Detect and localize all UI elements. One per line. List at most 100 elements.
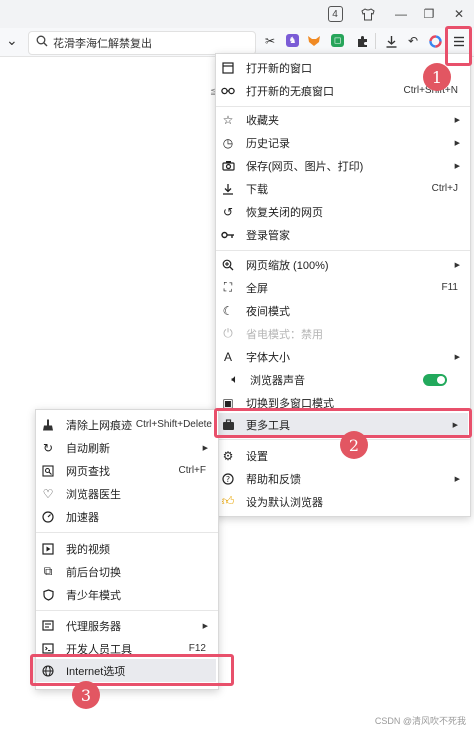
menu-item-label: 网页查找 <box>66 465 110 478</box>
menu-separator <box>36 610 218 611</box>
menu-item-shortcut: Ctrl+F <box>178 465 207 476</box>
menu-item-label: 省电模式：禁用 <box>246 328 323 341</box>
menu-item-label: 设为默认浏览器 <box>246 496 323 509</box>
menu-item-label: 登录管家 <box>246 229 290 242</box>
tab-count: 4 <box>327 6 343 22</box>
menu-item-favorites[interactable]: ☆ 收藏夹 ▶ <box>216 108 470 131</box>
menu-item-label: 夜间模式 <box>246 305 290 318</box>
extension-green-icon[interactable]: ◻ <box>331 34 344 47</box>
menu-item-label: 浏览器声音 <box>250 374 305 387</box>
menu-item-label: 打开新的窗口 <box>246 62 312 75</box>
undo-icon[interactable]: ↶ <box>405 33 421 49</box>
proxy-icon <box>41 619 55 633</box>
switch-icon: ⧉ <box>43 564 53 578</box>
submenu-arrow-icon: ▶ <box>454 116 460 124</box>
dropdown-icon[interactable]: ⌄ <box>6 32 20 50</box>
extensions-puzzle-icon[interactable] <box>354 33 370 49</box>
title-bar: 4 — ❐ ✕ <box>0 0 474 28</box>
menu-item-label: 青少年模式 <box>66 589 121 602</box>
fullscreen-icon: ⛶ <box>223 280 233 294</box>
download-icon <box>221 182 235 196</box>
power-save-icon: ⏻ <box>223 326 233 340</box>
extension-purple-icon[interactable]: ♞ <box>286 34 299 47</box>
step-badge-3: 3 <box>72 681 100 709</box>
menu-item-label: 自动刷新 <box>66 442 110 455</box>
history-icon: ◷ <box>222 135 234 150</box>
menu-item-label: 帮助和反馈 <box>246 473 301 486</box>
extension-fox-icon[interactable] <box>306 33 322 49</box>
menu-item-label: 加速器 <box>66 511 99 524</box>
step-badge-2: 2 <box>340 431 368 459</box>
scissors-icon[interactable]: ✂ <box>262 33 278 49</box>
menu-item-shortcut: F12 <box>188 643 206 654</box>
menu-item-shortcut: Ctrl+Shift+Delete <box>135 419 212 430</box>
menu-item-browser-sound[interactable]: 🔈︎ 浏览器声音 <box>216 368 470 391</box>
submenu-item-my-videos[interactable]: 我的视频 <box>36 537 218 560</box>
menu-item-label: 全屏 <box>246 282 268 295</box>
menu-item-login-manager[interactable]: 登录管家 <box>216 223 470 246</box>
menu-item-label: 打开新的无痕窗口 <box>246 85 334 98</box>
menu-separator <box>216 250 470 251</box>
menu-item-font-size[interactable]: A 字体大小 ▶ <box>216 345 470 368</box>
submenu-arrow-icon: ▶ <box>454 139 460 147</box>
submenu-arrow-icon: ▶ <box>454 162 460 170</box>
menu-item-restore-closed[interactable]: ↺ 恢复关闭的网页 <box>216 200 470 223</box>
menu-item-label: 浏览器医生 <box>66 488 121 501</box>
menu-item-label: 代理服务器 <box>66 620 121 633</box>
settings-gear-icon: ⚙ <box>222 448 234 463</box>
menu-item-night-mode[interactable]: ☾ 夜间模式 <box>216 299 470 322</box>
close-window-button[interactable]: ✕ <box>449 4 469 24</box>
restore-icon: ↺ <box>222 204 234 219</box>
minimize-button[interactable]: — <box>391 4 411 24</box>
submenu-arrow-icon: ▶ <box>454 353 460 361</box>
speaker-icon: 🔈︎ <box>231 372 239 386</box>
shirt-icon[interactable] <box>358 4 378 24</box>
restore-button[interactable]: ❐ <box>419 4 439 24</box>
highlight-box-menu-button <box>445 26 472 66</box>
broom-icon <box>41 418 55 432</box>
key-icon <box>221 228 235 242</box>
window-icon <box>221 61 235 75</box>
menu-item-label: 历史记录 <box>246 137 290 150</box>
toolbar-divider <box>375 33 376 49</box>
color-logo-icon[interactable] <box>427 33 443 49</box>
menu-item-zoom[interactable]: 网页缩放 (100%) ▶ <box>216 253 470 276</box>
submenu-item-accelerator[interactable]: 加速器 <box>36 505 218 528</box>
menu-item-save[interactable]: 保存(网页、图片、打印) ▶ <box>216 154 470 177</box>
menu-item-help-feedback[interactable]: ? 帮助和反馈 ▶ <box>216 467 470 490</box>
watermark: CSDN @清风吹不死我 <box>374 716 466 726</box>
submenu-arrow-icon: ▶ <box>202 622 208 630</box>
menu-item-label: 字体大小 <box>246 351 290 364</box>
camera-icon <box>221 159 235 173</box>
submenu-item-clear-browsing-data[interactable]: 清除上网痕迹 Ctrl+Shift+Delete <box>36 413 218 436</box>
tab-count-button[interactable]: 4 <box>325 4 345 24</box>
submenu-item-foreground-switch[interactable]: ⧉ 前后台切换 <box>36 560 218 583</box>
refresh-icon: ↻ <box>42 440 54 455</box>
submenu-item-find-in-page[interactable]: 网页查找 Ctrl+F <box>36 459 218 482</box>
menu-item-downloads[interactable]: 下载 Ctrl+J <box>216 177 470 200</box>
submenu-item-browser-doctor[interactable]: ♡ 浏览器医生 <box>36 482 218 505</box>
download-toolbar-icon[interactable] <box>383 33 399 49</box>
find-icon <box>41 464 55 478</box>
highlight-box-more-tools <box>214 408 472 438</box>
menu-item-label: 网页缩放 (100%) <box>246 259 329 272</box>
help-icon: ? <box>221 472 235 486</box>
address-text: 花滑李海仁解禁复出 <box>53 38 152 50</box>
menu-item-label: 前后台切换 <box>66 566 121 579</box>
submenu-item-teen-mode[interactable]: 青少年模式 <box>36 583 218 606</box>
menu-item-fullscreen[interactable]: ⛶ 全屏 F11 <box>216 276 470 299</box>
zoom-icon <box>221 258 235 272</box>
menu-item-label: 恢复关闭的网页 <box>246 206 323 219</box>
menu-separator <box>36 532 218 533</box>
menu-item-shortcut: Ctrl+J <box>431 183 458 194</box>
menu-item-label: 我的视频 <box>66 543 110 556</box>
incognito-icon <box>221 84 235 98</box>
video-icon <box>41 542 55 556</box>
menu-item-history[interactable]: ◷ 历史记录 ▶ <box>216 131 470 154</box>
highlight-box-internet-options <box>30 654 234 686</box>
menu-item-set-default-browser[interactable]: 👍︎ 设为默认浏览器 <box>216 490 470 513</box>
menu-item-label: 清除上网痕迹 <box>66 419 132 432</box>
submenu-item-proxy-server[interactable]: 代理服务器 ▶ <box>36 614 218 637</box>
submenu-item-auto-refresh[interactable]: ↻ 自动刷新 ▶ <box>36 436 218 459</box>
sound-toggle[interactable] <box>423 374 447 386</box>
